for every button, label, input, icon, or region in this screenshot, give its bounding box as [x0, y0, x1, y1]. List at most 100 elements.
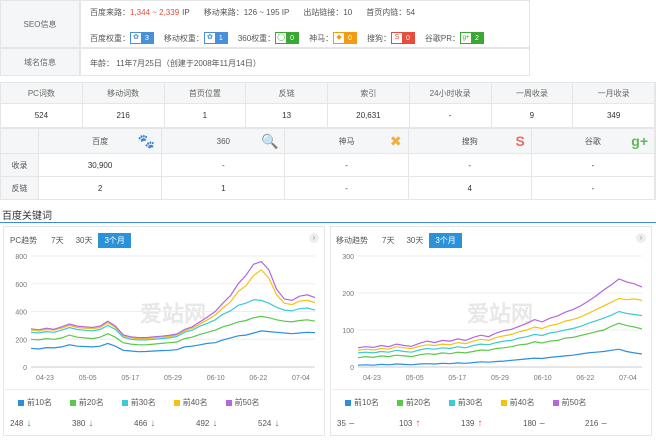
- legend-swatch: [552, 399, 559, 406]
- legend-item[interactable]: 前30名: [121, 397, 156, 408]
- seo-source-row: 百度来路： 1,344 ~ 2,339 IP 移动来路： 126 ~ 195 I…: [90, 6, 415, 18]
- mobile-trend-chart: 爱站网 0 100 200 300 04-23 05-05 05-17 05-29 06-10 06…: [342, 254, 643, 382]
- engine-header-cell: 搜狗 S: [409, 129, 532, 153]
- mobile-chevron-icon[interactable]: ›: [636, 233, 646, 243]
- legend-swatch: [18, 399, 24, 406]
- paw-icon: ✿: [204, 33, 215, 43]
- stats-value-cell[interactable]: 9: [492, 104, 574, 127]
- mobile-weight-badge[interactable]: ✿ 1: [203, 32, 228, 44]
- engine-header-row: 百度 🐾 360 🔍 神马 ✖ 搜狗 S 谷歌 g+: [0, 128, 656, 154]
- engine-value-cell[interactable]: -: [285, 177, 409, 199]
- legend-item[interactable]: 前10名: [18, 397, 52, 408]
- stats-value-cell[interactable]: 349: [573, 104, 655, 127]
- seo-info-label: SEO信息: [0, 0, 80, 48]
- engine-value-cell[interactable]: -: [162, 154, 286, 176]
- engine-value-cell[interactable]: 30,900: [39, 154, 163, 176]
- pc-tab-7d[interactable]: 7天: [45, 233, 69, 248]
- engine-value-cell[interactable]: -: [285, 154, 409, 176]
- mobile-source-value: 126 ~ 195 IP: [243, 7, 290, 17]
- baidu-source-value[interactable]: 1,344 ~ 2,339: [130, 8, 179, 17]
- legend-label: 前40名: [182, 398, 208, 407]
- rank-count-value: 492: [196, 419, 210, 428]
- legend-item[interactable]: 前50名: [225, 397, 260, 408]
- y-tick-label: 200: [15, 337, 27, 344]
- legend-swatch: [500, 399, 507, 406]
- stats-value-cell[interactable]: 13: [246, 104, 328, 127]
- legend-item[interactable]: 前30名: [448, 397, 483, 408]
- x-tick-label: 04-23: [36, 375, 54, 382]
- google-pr-badge[interactable]: g+ 2: [460, 32, 484, 44]
- mobile-tab-7d[interactable]: 7天: [376, 233, 400, 248]
- 360-weight-badge[interactable]: ◯ 0: [275, 32, 300, 44]
- stats-value-cell[interactable]: 1: [165, 104, 247, 127]
- weights-row: 百度权重： ✿ 3 移动权重： ✿ 1 360权重： ◯ 0 神马： ◆ 0 搜狗： S…: [90, 32, 484, 44]
- rank-count-value: 139: [461, 419, 475, 428]
- stats-header-cell: 24小时收录: [410, 83, 492, 103]
- mobile-tab-3m[interactable]: 3个月: [429, 233, 462, 248]
- legend-swatch: [345, 399, 351, 406]
- series-line-2: [357, 322, 643, 359]
- x-tick-label: 07-04: [619, 375, 637, 382]
- shenma-weight-badge[interactable]: ◆ 0: [333, 32, 357, 44]
- legend-item[interactable]: 前40名: [173, 397, 208, 408]
- engine-value-cell[interactable]: 1: [162, 177, 286, 199]
- stats-value-cell[interactable]: 216: [83, 104, 165, 127]
- rank-count-value: 380: [72, 419, 86, 428]
- outbound-label: 出站链接：: [303, 7, 344, 17]
- engine-name: 百度: [92, 136, 109, 146]
- pc-chevron-icon[interactable]: ›: [309, 233, 319, 243]
- rank-count: 35–: [337, 418, 399, 429]
- engine-value-cell[interactable]: 4: [409, 177, 532, 199]
- legend-swatch: [396, 399, 403, 406]
- legend-item[interactable]: 前40名: [500, 397, 535, 408]
- legend-item[interactable]: 前10名: [345, 397, 379, 408]
- stats-value-cell[interactable]: 524: [1, 104, 83, 127]
- stats-value-cell[interactable]: 20,631: [328, 104, 410, 127]
- stats-header-cell: PC词数: [1, 83, 83, 103]
- rank-count-value: 466: [134, 419, 148, 428]
- legend-swatch: [448, 399, 455, 406]
- x-tick-label: 06-10: [534, 375, 552, 382]
- engine-table: 百度 🐾 360 🔍 神马 ✖ 搜狗 S 谷歌 g+ 收录 30,900- - - - 反链 2 1-4-: [0, 128, 656, 200]
- legend-item[interactable]: 前50名: [552, 397, 587, 408]
- rank-count: 180–: [523, 418, 585, 429]
- domain-age: 年龄： 11年7月25日（创建于2008年11月14日）: [90, 59, 261, 68]
- legend-item[interactable]: 前20名: [396, 397, 431, 408]
- engine-value-cell[interactable]: -: [409, 154, 532, 176]
- pc-tab-30d[interactable]: 30天: [70, 233, 99, 248]
- rank-count: 248 ↓: [10, 418, 72, 429]
- x-tick-label: 05-17: [121, 375, 139, 382]
- sogou-weight-label: 搜狗：: [366, 33, 391, 43]
- arrow-down-icon: ↓: [274, 418, 280, 429]
- shenma-weight-label: 神马：: [309, 33, 334, 43]
- x-tick-label: 04-23: [363, 375, 381, 382]
- rank-count: 524 ↓: [258, 418, 320, 429]
- mobile-weight-label: 移动权重：: [163, 33, 204, 43]
- x-tick-label: 05-17: [448, 375, 466, 382]
- mobile-counts: 35–103 ↑ 139 ↑ 180–216–: [337, 418, 647, 429]
- stats-header-cell: 一周收录: [492, 83, 574, 103]
- legend-label: 前10名: [354, 398, 379, 407]
- x-tick-label: 05-05: [406, 375, 424, 382]
- x-tick-label: 05-29: [491, 375, 509, 382]
- engine-value-cell[interactable]: 2: [39, 177, 163, 199]
- pc-tab-3m[interactable]: 3个月: [98, 233, 131, 248]
- x-tick-label: 05-05: [79, 375, 97, 382]
- legend-label: 前30名: [130, 398, 156, 407]
- y-tick-label: 200: [342, 291, 354, 298]
- legend-item[interactable]: 前20名: [69, 397, 104, 408]
- engine-name: 谷歌: [584, 136, 601, 146]
- engine-value-cell[interactable]: -: [532, 154, 656, 176]
- baidu-source-unit: IP: [182, 7, 190, 17]
- x-tick-label: 06-22: [249, 375, 267, 382]
- baidu-source-label: 百度来路：: [90, 7, 130, 17]
- mobile-tab-30d[interactable]: 30天: [400, 233, 429, 248]
- watermark-text: 爱站网: [467, 302, 533, 327]
- sogou-weight-badge[interactable]: S0: [390, 32, 415, 44]
- engine-value-cell[interactable]: -: [532, 177, 656, 199]
- arrow-up-icon: ↑: [415, 418, 421, 429]
- x-tick-label: 07-04: [292, 375, 310, 382]
- legend-label: 前40名: [509, 398, 535, 407]
- stats-value-cell[interactable]: -: [410, 104, 492, 127]
- baidu-weight-badge[interactable]: ✿ 3: [130, 32, 154, 44]
